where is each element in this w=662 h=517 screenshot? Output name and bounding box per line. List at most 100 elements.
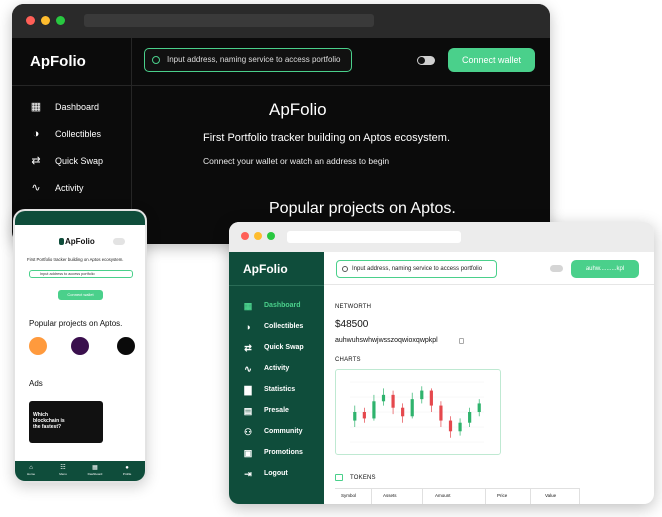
phone-status-bar	[15, 211, 145, 225]
sidebar-item-label: Activity	[264, 365, 290, 372]
price-chart[interactable]	[335, 369, 501, 455]
sidebar-item-activity[interactable]: ∿ Activity	[243, 364, 304, 385]
column-header[interactable]: Value	[545, 493, 556, 498]
sidebar-item-statistics[interactable]: ▇ Statistics	[243, 385, 304, 406]
dark-desktop-window: ApFolio Input address, naming service to…	[12, 4, 550, 244]
search-input[interactable]: Input address, naming service to access …	[336, 260, 497, 278]
sidebar-item-label: Logout	[264, 470, 288, 477]
mobile-phone: ApFolio First Portfolio tracker building…	[13, 209, 147, 483]
swap-icon: ⇄	[244, 343, 252, 353]
swap-icon: ⇄	[31, 155, 41, 167]
candle-body[interactable]	[458, 422, 462, 432]
sidebar-item-label: Community	[264, 428, 303, 435]
sidebar-item-label: Activity	[55, 183, 84, 193]
sidebar-item-promotions[interactable]: ▣ Promotions	[243, 448, 304, 469]
sidebar-item-quick-swap[interactable]: ⇄ Quick Swap	[30, 154, 103, 181]
column-divider	[422, 489, 423, 504]
minimize-window-dot[interactable]	[254, 232, 262, 240]
sidebar-item-quick-swap[interactable]: ⇄ Quick Swap	[243, 343, 304, 364]
copy-icon[interactable]	[459, 338, 464, 344]
sidebar-nav: ▦ Dashboard ◑ Collectibles ⇄ Quick Swap ∿ Activ…	[243, 301, 304, 490]
column-header[interactable]: Amount	[435, 493, 451, 498]
tab-profile[interactable]: ● Profile	[117, 464, 137, 476]
charts-label: CHARTS	[335, 357, 361, 363]
sidebar-item-dashboard[interactable]: ▦ Dashboard	[243, 301, 304, 322]
logout-icon: ⇥	[244, 469, 252, 479]
sidebar-item-collectibles[interactable]: ◑ Collectibles	[243, 322, 304, 343]
wallet-address-button[interactable]: auhw..........kpl	[571, 260, 639, 278]
address-bar[interactable]	[84, 14, 374, 27]
theme-toggle[interactable]	[550, 265, 563, 272]
search-icon	[152, 56, 160, 64]
phone-theme-toggle[interactable]	[113, 238, 125, 245]
candle-body[interactable]	[448, 420, 453, 432]
phone-search-input[interactable]: Input address to access portfolio	[29, 270, 133, 278]
close-window-dot[interactable]	[26, 16, 35, 25]
ads-title: Ads	[29, 379, 43, 388]
sidebar-item-community[interactable]: ⚇ Community	[243, 427, 304, 448]
ad-banner[interactable]: Which blockchain is the fastest?	[29, 401, 103, 443]
app-logo: ApFolio	[243, 262, 288, 276]
column-header[interactable]: Assets	[383, 493, 397, 498]
candle-body[interactable]	[372, 401, 376, 419]
address-bar[interactable]	[287, 231, 461, 243]
close-window-dot[interactable]	[241, 232, 249, 240]
maximize-window-dot[interactable]	[56, 16, 65, 25]
sidebar-item-activity[interactable]: ∿ Activity	[30, 181, 103, 208]
candle-body[interactable]	[353, 412, 357, 421]
sidebar-item-dashboard[interactable]: ▦ Dashboard	[30, 100, 103, 127]
project-logo-icon[interactable]	[117, 337, 135, 355]
tab-menu[interactable]: ☷ Menu	[53, 464, 73, 476]
sidebar-nav: ▦ Dashboard ◑ Collectibles ⇄ Quick Swap ∿ Activ…	[30, 100, 103, 208]
column-divider	[371, 489, 372, 504]
connect-wallet-button[interactable]: Connect wallet	[448, 48, 535, 72]
sidebar-item-label: Presale	[264, 407, 289, 414]
project-logo-icon[interactable]	[71, 337, 89, 355]
networth-value: $48500	[335, 319, 369, 330]
maximize-window-dot[interactable]	[267, 232, 275, 240]
candle-body[interactable]	[391, 394, 395, 408]
tab-label: Home	[26, 472, 35, 476]
candle-body[interactable]	[439, 405, 443, 421]
project-logo-icon[interactable]	[29, 337, 47, 355]
popular-projects-title: Popular projects on Aptos.	[269, 200, 456, 217]
presale-icon: ▤	[243, 406, 253, 416]
theme-toggle[interactable]	[417, 56, 435, 65]
candle-body[interactable]	[468, 412, 472, 423]
grid-icon: ▦	[30, 101, 42, 113]
hero-title: ApFolio	[269, 100, 327, 119]
phone-tab-bar: ⌂ Home ☷ Menu ▦ Dashboard ● Profile	[15, 461, 145, 481]
palette-icon: ◑	[32, 128, 40, 140]
sidebar-item-label: Statistics	[264, 386, 296, 393]
community-icon: ⚇	[243, 427, 253, 437]
candle-body[interactable]	[401, 407, 405, 417]
browser-titlebar	[229, 222, 654, 252]
minimize-window-dot[interactable]	[41, 16, 50, 25]
logo-icon	[59, 238, 64, 245]
phone-tagline: First Portfolio tracker building on Apto…	[27, 257, 124, 262]
candle-body[interactable]	[429, 390, 433, 406]
browser-titlebar	[12, 4, 550, 38]
sidebar-item-label: Quick Swap	[264, 344, 304, 351]
search-input[interactable]: Input address, naming service to access …	[144, 48, 352, 72]
activity-icon: ∿	[244, 364, 252, 374]
candle-body[interactable]	[410, 399, 414, 417]
column-divider	[485, 489, 486, 504]
sidebar: ApFolio ▦ Dashboard ◑ Collectibles ⇄ Quick Sw…	[229, 252, 324, 504]
sidebar-item-logout[interactable]: ⇥ Logout	[243, 469, 304, 490]
candlestick-chart	[350, 381, 484, 443]
hero-subtitle: First Portfolio tracker building on Apto…	[203, 132, 450, 144]
sidebar-item-presale[interactable]: ▤ Presale	[243, 406, 304, 427]
tab-dashboard[interactable]: ▦ Dashboard	[85, 464, 105, 476]
candle-body[interactable]	[477, 403, 481, 412]
column-header[interactable]: Price	[497, 493, 507, 498]
candle-body[interactable]	[381, 394, 386, 402]
candle-body[interactable]	[420, 390, 424, 400]
tab-home[interactable]: ⌂ Home	[21, 464, 41, 476]
sidebar-item-collectibles[interactable]: ◑ Collectibles	[30, 127, 103, 154]
phone-connect-wallet-button[interactable]: Connect wallet	[58, 290, 103, 300]
dashboard-icon: ▦	[92, 465, 98, 471]
wallet-address: auhwuhswhwjwsszoqwioxqwpkpl	[335, 337, 438, 344]
column-header[interactable]: Symbol	[341, 493, 356, 498]
candle-body[interactable]	[362, 412, 366, 419]
